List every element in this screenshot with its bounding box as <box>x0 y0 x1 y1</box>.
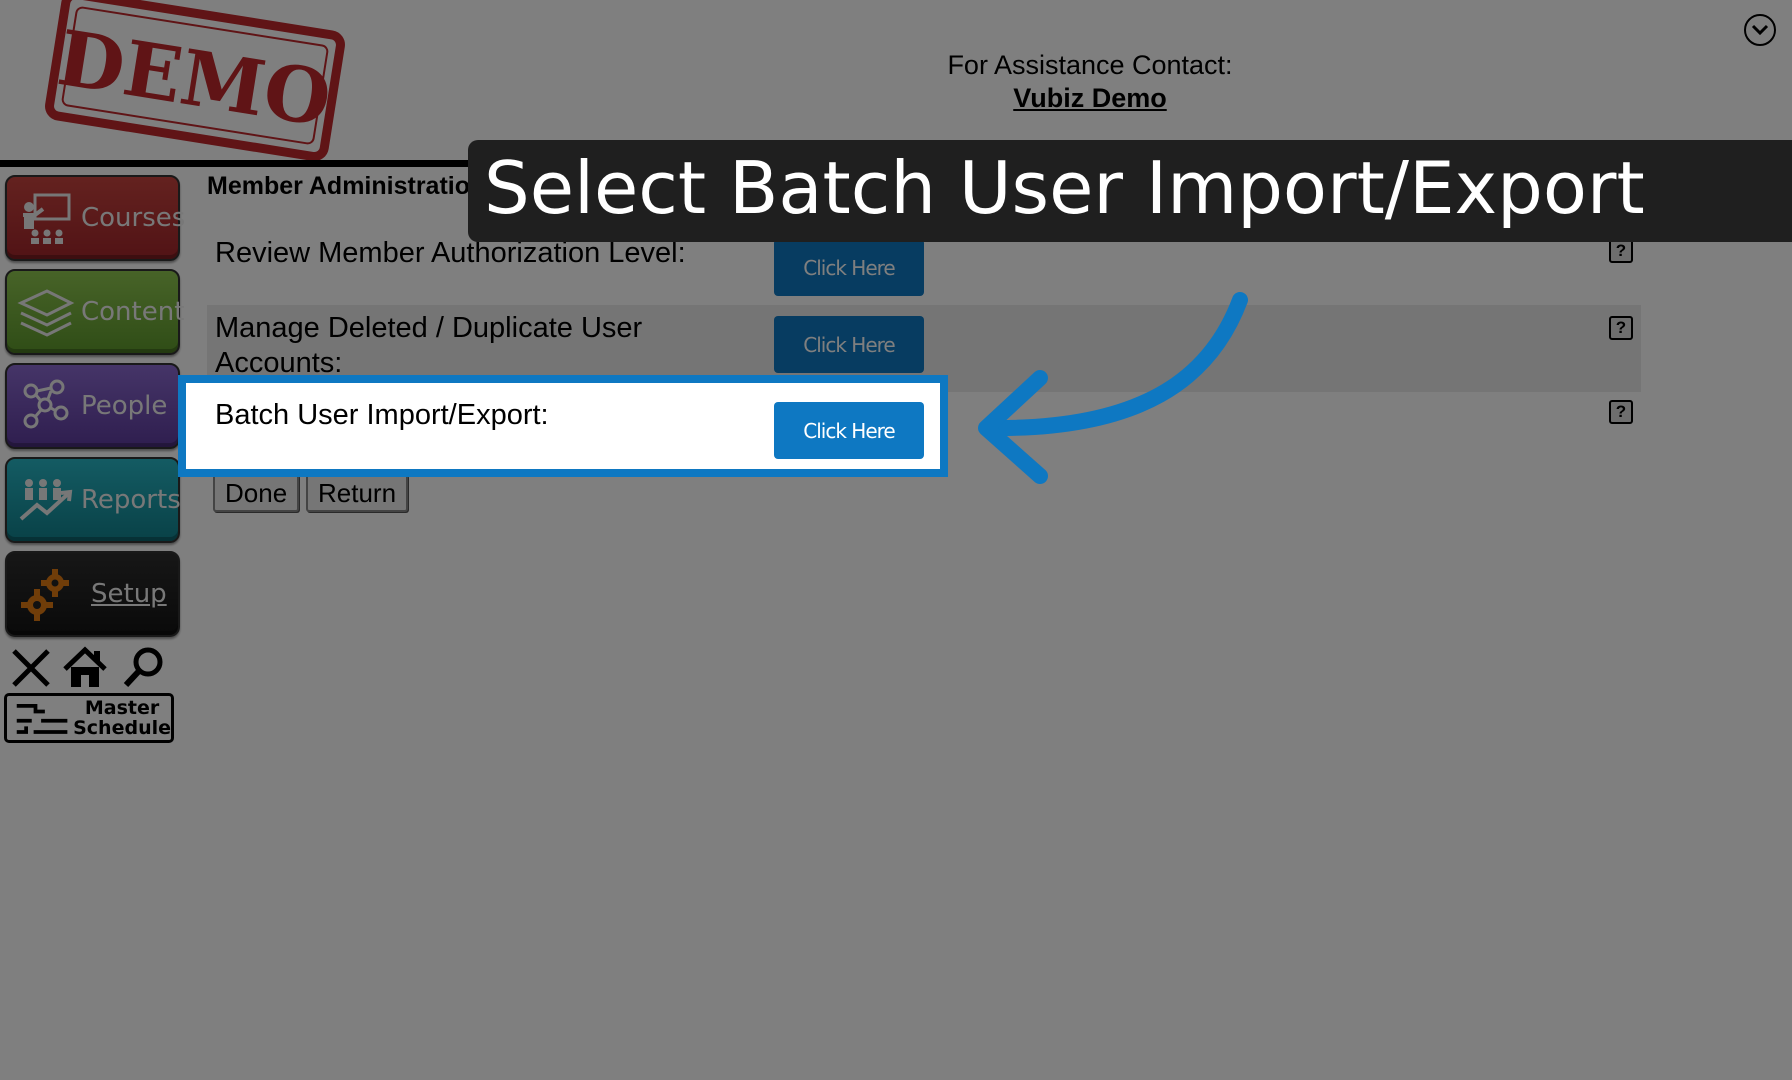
highlighted-batch-import-row: Batch User Import/Export: Click Here <box>186 383 940 469</box>
batch-import-label: Batch User Import/Export: <box>215 399 549 431</box>
batch-import-button[interactable]: Click Here <box>774 402 924 459</box>
pointer-arrow-icon <box>978 292 1248 484</box>
app-window: DEMO For Assistance Contact: Vubiz Demo … <box>0 0 1792 1080</box>
callout-text: Select Batch User Import/Export <box>484 146 1645 230</box>
